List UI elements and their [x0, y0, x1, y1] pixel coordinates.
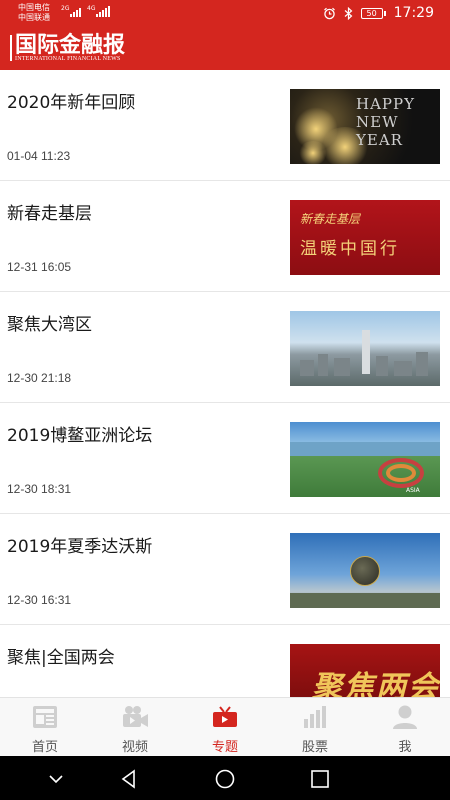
carrier-info: 中国电信 中国联通	[18, 3, 50, 23]
newspaper-icon	[33, 706, 57, 728]
brand-name: 国际金融报	[15, 32, 126, 58]
video-camera-icon	[123, 706, 148, 727]
topic-time: 01-04 11:23	[7, 149, 71, 163]
topic-title: 2019博鳌亚洲论坛	[7, 426, 153, 446]
topic-title: 聚焦大湾区	[7, 315, 92, 335]
topic-item[interactable]: 新春走基层 12-31 16:05 新春走基层 温暖中国行	[0, 181, 450, 292]
carrier-2: 中国联通	[18, 13, 50, 22]
app-header: 中国电信 中国联通 2G 4G 50 17:29 国际金融报 INTERNATI…	[0, 0, 450, 70]
signal-icon	[96, 5, 110, 17]
topic-title: 2020年新年回顾	[7, 93, 136, 113]
alarm-icon	[323, 7, 335, 19]
chevron-down-icon[interactable]	[45, 768, 67, 790]
bottom-tab-bar: 首页 视频 专题 股票 我	[0, 697, 450, 756]
topic-time: 12-31 16:05	[7, 260, 72, 274]
tab-video[interactable]: 视频	[90, 698, 180, 757]
topic-time: 12-30 18:31	[7, 482, 72, 496]
topic-thumbnail[interactable]	[290, 533, 440, 608]
user-icon	[393, 705, 417, 729]
battery-icon: 50	[360, 7, 386, 19]
topic-title: 2019年夏季达沃斯	[7, 537, 153, 557]
tab-topics[interactable]: 专题	[180, 698, 270, 757]
tab-me[interactable]: 我	[360, 698, 450, 757]
tab-label: 我	[398, 740, 412, 755]
thumbnail-text: ASIA	[406, 487, 420, 494]
topic-list[interactable]: 2020年新年回顾 01-04 11:23 HAPPY NEW YEAR 新春走…	[0, 70, 450, 697]
topic-thumbnail[interactable]: ASIA	[290, 422, 440, 497]
topic-item[interactable]: 2020年新年回顾 01-04 11:23 HAPPY NEW YEAR	[0, 70, 450, 181]
bar-chart-icon	[304, 706, 326, 728]
topic-thumbnail[interactable]: 聚焦两会	[290, 644, 440, 697]
topic-thumbnail[interactable]	[290, 311, 440, 386]
signal-icon	[70, 5, 81, 17]
thumbnail-text: 温暖中国行	[300, 239, 400, 259]
tab-label: 专题	[211, 740, 238, 755]
tab-stocks[interactable]: 股票	[270, 698, 360, 757]
topic-title: 聚焦|全国两会	[7, 648, 115, 668]
thumbnail-text: HAPPY NEW YEAR	[356, 95, 416, 149]
tv-icon	[213, 706, 237, 727]
topic-thumbnail[interactable]: HAPPY NEW YEAR	[290, 89, 440, 164]
status-icons: 50 17:29	[323, 5, 434, 21]
recent-apps-icon[interactable]	[309, 768, 331, 790]
battery-level: 50	[360, 7, 383, 19]
thumbnail-text: 新春走基层	[300, 212, 361, 226]
app-screen: 中国电信 中国联通 2G 4G 50 17:29 国际金融报 INTERNATI…	[0, 0, 450, 800]
thumbnail-text: 聚焦两会	[312, 670, 440, 697]
status-bar: 中国电信 中国联通 2G 4G 50 17:29	[0, 0, 450, 28]
topic-item[interactable]: 2019年夏季达沃斯 12-30 16:31	[0, 514, 450, 625]
topic-item[interactable]: 2019博鳌亚洲论坛 12-30 18:31 ASIA	[0, 403, 450, 514]
tab-label: 首页	[31, 740, 58, 755]
home-icon[interactable]	[214, 768, 236, 790]
network-type-1: 2G	[61, 5, 70, 12]
carrier-1: 中国电信	[18, 3, 50, 12]
topic-item[interactable]: 聚焦|全国两会 聚焦两会	[0, 625, 450, 697]
topic-item[interactable]: 聚焦大湾区 12-30 21:18	[0, 292, 450, 403]
topic-title: 新春走基层	[7, 204, 92, 224]
back-icon[interactable]	[118, 768, 140, 790]
topic-time: 12-30 16:31	[7, 593, 72, 607]
topic-thumbnail[interactable]: 新春走基层 温暖中国行	[290, 200, 440, 275]
bluetooth-icon	[344, 6, 353, 20]
system-nav-bar	[0, 756, 450, 800]
network-type-2: 4G	[87, 5, 96, 12]
tab-home[interactable]: 首页	[0, 698, 90, 757]
tab-label: 视频	[121, 740, 148, 755]
brand-english-name: INTERNATIONAL FINANCIAL NEWS	[15, 56, 121, 62]
tab-label: 股票	[301, 740, 328, 755]
topic-time: 12-30 21:18	[7, 371, 72, 385]
clock: 17:29	[393, 5, 434, 21]
